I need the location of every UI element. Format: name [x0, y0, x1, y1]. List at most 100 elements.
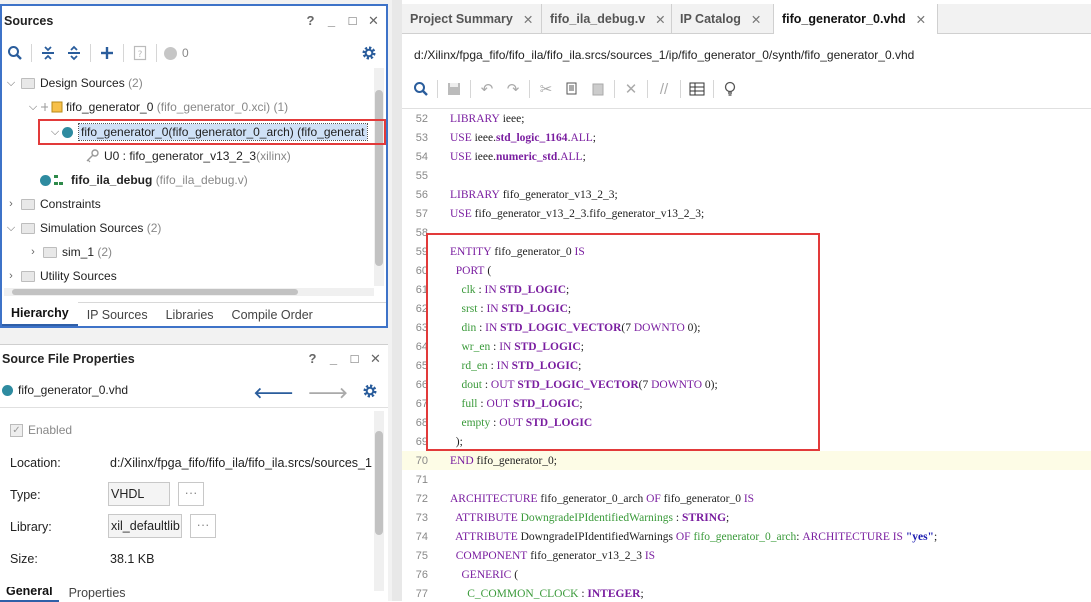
line-number: 75 [415, 549, 428, 562]
tab-label: fifo_ila_debug.v [550, 12, 646, 26]
enabled-checkbox[interactable]: ✓ [10, 423, 23, 437]
minimize-icon[interactable]: _ [327, 351, 340, 367]
collapse-all-icon[interactable] [35, 42, 61, 64]
save-icon[interactable] [441, 78, 467, 100]
tree-meta: (xilinx) [256, 149, 291, 163]
restore-icon[interactable]: □ [348, 351, 361, 367]
filter-count-value: 0 [182, 46, 189, 60]
scrollbar-thumb[interactable] [375, 431, 383, 535]
redo-icon[interactable]: ↷ [500, 78, 526, 100]
tree-label: Design Sources [40, 76, 125, 90]
properties-vertical-scrollbar[interactable] [374, 411, 384, 591]
tab-label: Project Summary [410, 12, 513, 26]
chevron-right-icon[interactable]: › [4, 270, 18, 282]
sources-tabs: Hierarchy IP Sources Libraries Compile O… [2, 302, 386, 326]
highlight-box [426, 233, 820, 451]
scrollbar-thumb[interactable] [12, 289, 298, 295]
cut-icon[interactable]: ✂ [533, 78, 559, 100]
code-line: 73 ATTRIBUTE DowngradeIPIdentifiedWarnin… [402, 508, 1091, 527]
enabled-checkbox-row[interactable]: ✓ Enabled [10, 423, 72, 437]
circle-icon [164, 46, 177, 60]
tab-general[interactable]: General [0, 587, 59, 602]
tree-vertical-scrollbar[interactable] [374, 68, 384, 286]
chevron-right-icon[interactable]: › [4, 198, 18, 210]
type-field[interactable]: VHDL [108, 482, 170, 506]
expand-all-icon[interactable] [61, 42, 87, 64]
help-icon[interactable]: ? [304, 13, 317, 29]
toolbar-separator [614, 80, 615, 98]
tab-fifo-ila-debug[interactable]: fifo_ila_debug.v ✕ [542, 4, 672, 34]
search-icon[interactable] [408, 78, 434, 100]
library-browse-button[interactable]: ··· [190, 514, 216, 538]
comment-icon[interactable]: // [651, 78, 677, 100]
chevron-down-icon[interactable]: ⌵ [26, 101, 40, 114]
type-browse-button[interactable]: ··· [178, 482, 204, 506]
line-number: 54 [415, 150, 428, 163]
unknown-file-icon[interactable]: ? [127, 42, 153, 64]
tab-properties[interactable]: Properties [59, 587, 136, 602]
chevron-down-icon[interactable]: ⌵ [4, 77, 18, 90]
back-arrow-icon[interactable]: 🡐 [254, 383, 294, 402]
tree-node-constraints[interactable]: › Constraints [4, 193, 101, 215]
line-number: 77 [415, 587, 428, 600]
panel-splitter[interactable] [392, 0, 402, 601]
close-icon[interactable]: ✕ [751, 12, 761, 27]
tab-hierarchy[interactable]: Hierarchy [2, 302, 78, 326]
tab-libraries[interactable]: Libraries [157, 304, 223, 326]
copy-icon[interactable] [559, 78, 585, 100]
close-icon[interactable]: ✕ [916, 12, 926, 27]
code-line-current: 70 END fifo_generator_0; [402, 451, 1091, 470]
toolbar-separator [31, 44, 32, 62]
tree-horizontal-scrollbar[interactable] [4, 288, 374, 296]
tree-label: Simulation Sources [40, 221, 144, 235]
editor-tabs: Project Summary ✕ fifo_ila_debug.v ✕ IP Ca… [402, 4, 1091, 34]
tab-ip-catalog[interactable]: IP Catalog ✕ [672, 4, 774, 34]
delete-icon[interactable]: ✕ [618, 78, 644, 100]
tree-node-fifo-generator[interactable]: ⌵ fifo_generator_0 (fifo_generator_0.xci… [26, 96, 288, 118]
close-icon[interactable]: ✕ [367, 13, 380, 29]
close-icon[interactable]: ✕ [655, 12, 665, 27]
add-icon[interactable] [94, 42, 120, 64]
toolbar-separator [123, 44, 124, 62]
undo-icon[interactable]: ↶ [474, 78, 500, 100]
code-line: 74 ATTRIBUTE DowngradeIPIdentifiedWarnin… [402, 527, 1091, 546]
type-label: Type: [10, 488, 41, 502]
chevron-down-icon[interactable]: ⌵ [4, 222, 18, 235]
size-label: Size: [10, 552, 38, 566]
tree-node-simulation-sources[interactable]: ⌵ Simulation Sources (2) [4, 217, 162, 239]
filter-count[interactable]: 0 [164, 46, 189, 60]
tree-meta: (fifo_generator_0.xci) (1) [156, 100, 289, 114]
columns-icon[interactable] [684, 78, 710, 100]
forward-arrow-icon[interactable]: 🡒 [308, 383, 348, 402]
tab-fifo-generator-vhd[interactable]: fifo_generator_0.vhd ✕ [774, 4, 938, 34]
tree-node-utility-sources[interactable]: › Utility Sources [4, 265, 117, 287]
tree-node-fifo-ila-debug[interactable]: fifo_ila_debug (fifo_ila_debug.v) [40, 169, 248, 191]
tree-node-sim1[interactable]: › sim_1 (2) [26, 241, 112, 263]
key-icon [86, 149, 99, 163]
left-column: Sources ? _ □ ✕ ? 0 ⌵ Design Sources (2)… [0, 0, 392, 602]
tab-project-summary[interactable]: Project Summary ✕ [402, 4, 542, 34]
restore-icon[interactable]: □ [346, 13, 359, 29]
close-icon[interactable]: ✕ [369, 351, 382, 367]
location-value: d:/Xilinx/fpga_fifo/fifo_ila/fifo_ila.sr… [110, 456, 372, 470]
lightbulb-icon[interactable] [717, 78, 743, 100]
tree-node-u0[interactable]: U0 : fifo_generator_v13_2_3 (xilinx) [84, 145, 291, 167]
paste-icon[interactable] [585, 78, 611, 100]
toolbar-separator [470, 80, 471, 98]
tab-ip-sources[interactable]: IP Sources [78, 304, 157, 326]
tab-compile-order[interactable]: Compile Order [223, 304, 322, 326]
sources-panel: Sources ? _ □ ✕ ? 0 ⌵ Design Sources (2)… [0, 4, 388, 328]
gear-icon[interactable] [356, 42, 382, 64]
gear-icon[interactable] [362, 383, 378, 402]
tree-label: U0 : fifo_generator_v13_2_3 [104, 149, 257, 163]
minimize-icon[interactable]: _ [325, 13, 338, 29]
close-icon[interactable]: ✕ [523, 12, 533, 27]
properties-file-name: fifo_generator_0.vhd [18, 383, 129, 397]
code-line: 55 [402, 166, 1091, 185]
tree-node-design-sources[interactable]: ⌵ Design Sources (2) [4, 72, 143, 94]
library-field[interactable]: xil_defaultlib [108, 514, 182, 538]
help-icon[interactable]: ? [306, 351, 319, 367]
scrollbar-thumb[interactable] [375, 90, 383, 266]
chevron-right-icon[interactable]: › [26, 246, 40, 258]
search-icon[interactable] [2, 42, 28, 64]
